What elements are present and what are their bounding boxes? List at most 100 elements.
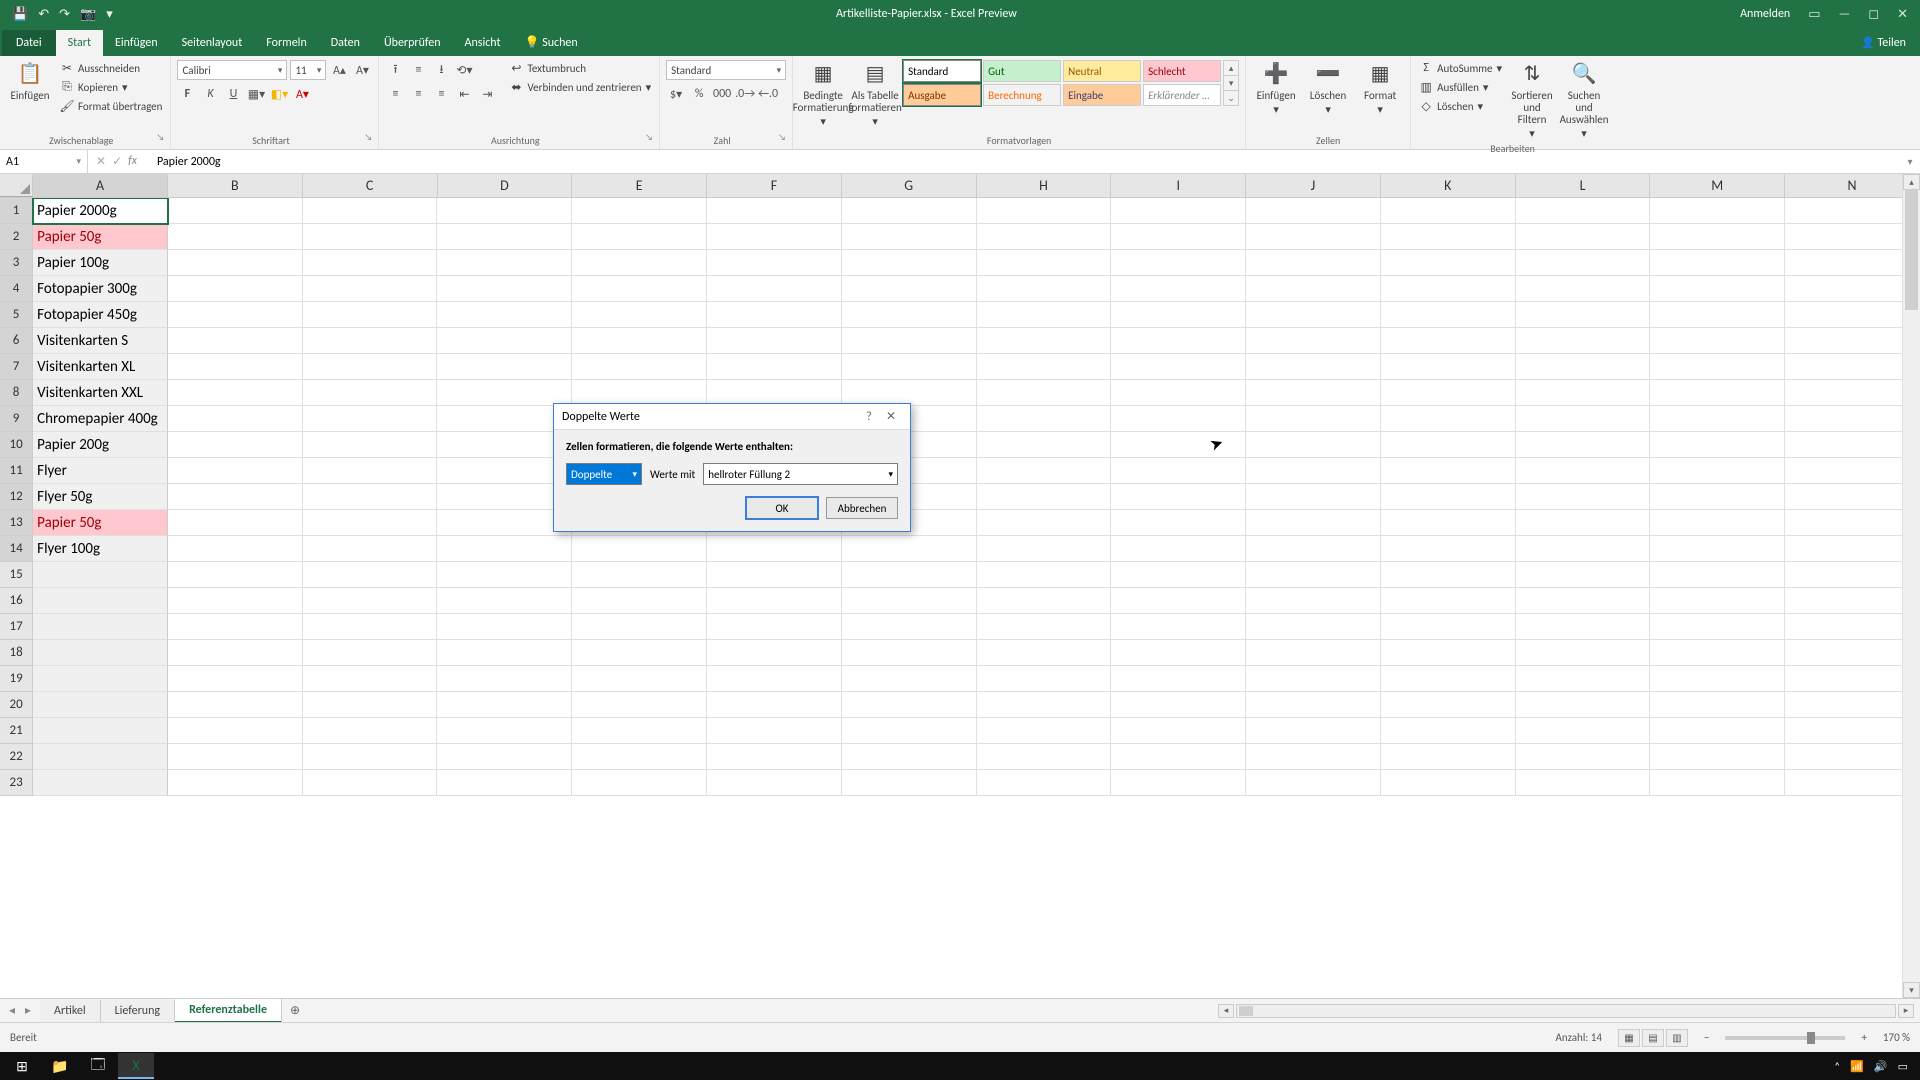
row-header[interactable]: 21 [0, 718, 33, 744]
cell-D5[interactable] [437, 302, 572, 328]
minimize-icon[interactable]: — [1839, 7, 1851, 22]
cell-D22[interactable] [437, 744, 572, 770]
tab-review[interactable]: Überprüfen [372, 30, 453, 56]
cell-H3[interactable] [977, 250, 1112, 276]
tray-lang-icon[interactable]: ▭ [1898, 1060, 1908, 1073]
cell-K7[interactable] [1381, 354, 1516, 380]
cell-I16[interactable] [1111, 588, 1246, 614]
cell-E19[interactable] [572, 666, 707, 692]
cell-H7[interactable] [977, 354, 1112, 380]
cell-C21[interactable] [303, 718, 438, 744]
cell-B23[interactable] [168, 770, 303, 796]
cancel-formula-icon[interactable]: ✕ [96, 154, 106, 169]
hscroll-left-icon[interactable]: ◂ [1218, 1004, 1234, 1018]
cell-M21[interactable] [1650, 718, 1785, 744]
tab-start[interactable]: Start [56, 30, 103, 56]
conditional-formatting-button[interactable]: ▦Bedingte Formatierung ▾ [799, 60, 847, 128]
cell-G20[interactable] [842, 692, 977, 718]
gallery-up-icon[interactable]: ▴ [1224, 61, 1238, 76]
cell-I9[interactable] [1111, 406, 1246, 432]
decrease-font-icon[interactable]: A▾ [352, 60, 372, 80]
cell-I21[interactable] [1111, 718, 1246, 744]
cell-I1[interactable] [1111, 198, 1246, 224]
cell-J17[interactable] [1246, 614, 1381, 640]
hscroll-right-icon[interactable]: ▸ [1898, 1004, 1914, 1018]
cell-B17[interactable] [168, 614, 303, 640]
cell-K20[interactable] [1381, 692, 1516, 718]
formula-bar[interactable]: Papier 2000g [151, 150, 1900, 173]
cell-K17[interactable] [1381, 614, 1516, 640]
cell-E6[interactable] [572, 328, 707, 354]
cell-N11[interactable] [1785, 458, 1920, 484]
cell-J19[interactable] [1246, 666, 1381, 692]
italic-button[interactable]: K [200, 84, 220, 104]
currency-icon[interactable]: $▾ [666, 84, 686, 104]
cell-M4[interactable] [1650, 276, 1785, 302]
cell-I3[interactable] [1111, 250, 1246, 276]
cell-F5[interactable] [707, 302, 842, 328]
cell-M9[interactable] [1650, 406, 1785, 432]
increase-decimal-icon[interactable]: .0→ [735, 84, 755, 104]
dialog-titlebar[interactable]: Doppelte Werte ? ✕ [554, 404, 910, 430]
gallery-scroll[interactable]: ▴▾⌄ [1223, 60, 1239, 106]
cell-D23[interactable] [437, 770, 572, 796]
cell-I8[interactable] [1111, 380, 1246, 406]
row-header[interactable]: 17 [0, 614, 33, 640]
cell-A11[interactable]: Flyer [33, 458, 168, 484]
cell-L23[interactable] [1516, 770, 1651, 796]
row-header[interactable]: 20 [0, 692, 33, 718]
cell-B6[interactable] [168, 328, 303, 354]
tab-data[interactable]: Daten [319, 30, 372, 56]
decrease-decimal-icon[interactable]: ←.0 [758, 84, 778, 104]
cell-B15[interactable] [168, 562, 303, 588]
number-launcher-icon[interactable]: ↘ [778, 132, 786, 143]
zoom-out-icon[interactable]: − [1704, 1031, 1709, 1044]
cell-J2[interactable] [1246, 224, 1381, 250]
cell-C7[interactable] [303, 354, 438, 380]
style-bad[interactable]: Schlecht [1143, 60, 1221, 82]
fx-icon[interactable]: fx [128, 154, 143, 169]
cell-E14[interactable] [572, 536, 707, 562]
scroll-thumb[interactable] [1905, 190, 1918, 310]
dialog-close-icon[interactable]: ✕ [880, 409, 902, 424]
cell-B2[interactable] [168, 224, 303, 250]
cell-C9[interactable] [303, 406, 438, 432]
cell-H21[interactable] [977, 718, 1112, 744]
cell-M18[interactable] [1650, 640, 1785, 666]
row-header[interactable]: 12 [0, 484, 33, 510]
clipboard-launcher-icon[interactable]: ↘ [157, 132, 165, 143]
cell-D1[interactable] [437, 198, 572, 224]
cell-E7[interactable] [572, 354, 707, 380]
cell-N4[interactable] [1785, 276, 1920, 302]
cell-L10[interactable] [1516, 432, 1651, 458]
scroll-up-icon[interactable]: ▴ [1903, 174, 1920, 190]
cell-I13[interactable] [1111, 510, 1246, 536]
cell-F19[interactable] [707, 666, 842, 692]
cell-J16[interactable] [1246, 588, 1381, 614]
cell-B20[interactable] [168, 692, 303, 718]
cell-B7[interactable] [168, 354, 303, 380]
start-button[interactable]: ⊞ [4, 1053, 40, 1079]
cell-B16[interactable] [168, 588, 303, 614]
fill-button[interactable]: ▥Ausfüllen ▾ [1417, 79, 1504, 95]
touch-mode-icon[interactable]: 📷 [80, 7, 96, 22]
cell-J9[interactable] [1246, 406, 1381, 432]
cell-I22[interactable] [1111, 744, 1246, 770]
font-size-dropdown[interactable]: 11 [290, 60, 326, 80]
cell-K10[interactable] [1381, 432, 1516, 458]
tray-sound-icon[interactable]: 🔊 [1874, 1060, 1888, 1073]
cell-G15[interactable] [842, 562, 977, 588]
cell-L4[interactable] [1516, 276, 1651, 302]
cell-C3[interactable] [303, 250, 438, 276]
autosum-button[interactable]: ΣAutoSumme ▾ [1417, 60, 1504, 76]
cell-N5[interactable] [1785, 302, 1920, 328]
tell-me[interactable]: 💡 Suchen [513, 29, 590, 56]
cell-B8[interactable] [168, 380, 303, 406]
cell-A23[interactable] [33, 770, 168, 796]
cell-A3[interactable]: Papier 100g [33, 250, 168, 276]
cell-K5[interactable] [1381, 302, 1516, 328]
percent-icon[interactable]: % [689, 84, 709, 104]
cell-K15[interactable] [1381, 562, 1516, 588]
row-header[interactable]: 16 [0, 588, 33, 614]
number-format-dropdown[interactable]: Standard [666, 60, 786, 80]
